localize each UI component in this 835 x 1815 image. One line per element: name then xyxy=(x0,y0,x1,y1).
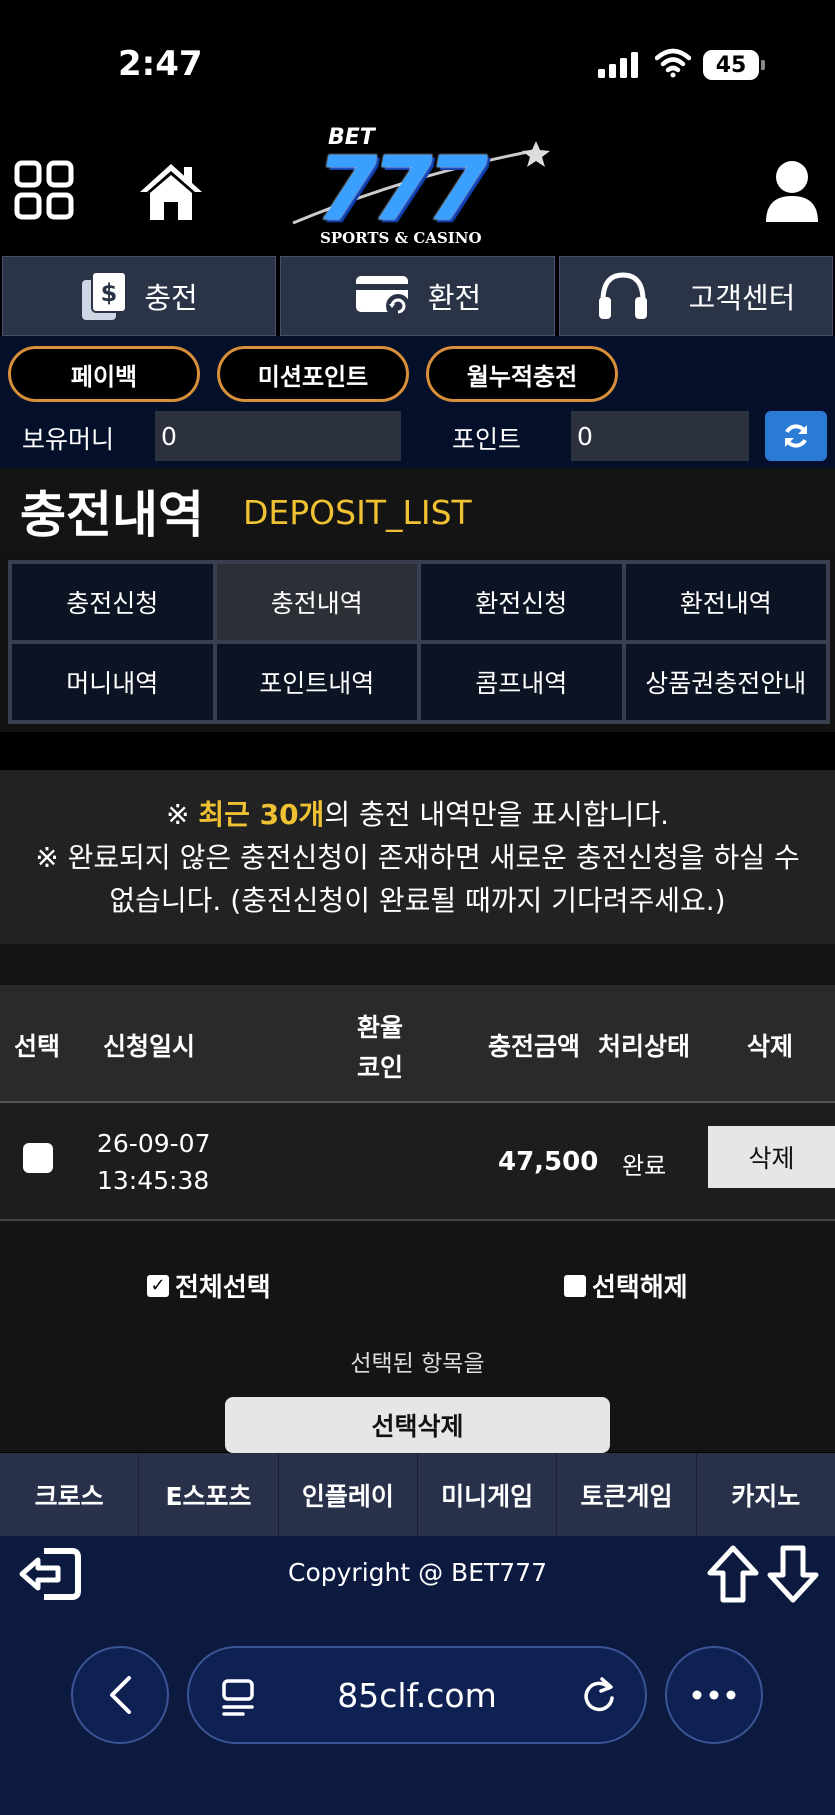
row-time: 13:45:38 xyxy=(97,1166,210,1195)
delete-selected-button[interactable]: 선택삭제 xyxy=(225,1397,610,1453)
column-header-status: 처리상태 xyxy=(598,1032,691,1061)
money-label: 보유머니 xyxy=(22,425,115,454)
wifi-icon xyxy=(655,48,691,78)
column-header-date: 신청일시 xyxy=(103,1032,196,1061)
browser-back-button[interactable] xyxy=(71,1646,169,1744)
deselect-label: 선택해제 xyxy=(592,1273,688,1303)
point-label: 포인트 xyxy=(452,425,522,454)
nav-withdraw[interactable]: 환전 xyxy=(280,256,555,336)
row-delete-button[interactable]: 삭제 xyxy=(708,1126,835,1188)
column-header-select: 선택 xyxy=(14,1032,61,1061)
scroll-up-arrow-icon[interactable] xyxy=(707,1545,759,1603)
rate-line-1: 환율 xyxy=(357,1013,404,1042)
scroll-down-arrow-icon[interactable] xyxy=(767,1545,819,1603)
money-field: 0 xyxy=(155,411,401,461)
notice-prefix: ※ xyxy=(165,798,199,831)
checked-box-icon: ✓ xyxy=(147,1274,169,1297)
game-nav-inplay[interactable]: 인플레이 xyxy=(279,1453,418,1536)
refresh-button[interactable] xyxy=(765,411,827,461)
nav-withdraw-label: 환전 xyxy=(427,281,482,315)
withdraw-icon xyxy=(355,276,410,318)
refresh-icon xyxy=(785,424,807,448)
notice-line-2: ※ 완료되지 않은 충전신청이 존재하면 새로운 충전신청을 하실 수 xyxy=(35,841,800,874)
monthly-deposit-button[interactable]: 월누적충전 xyxy=(426,346,618,402)
notice-box: ※ 최근 30개의 충전 내역만을 표시합니다. ※ 완료되지 않은 충전신청이… xyxy=(0,770,835,944)
unchecked-box-icon xyxy=(564,1274,586,1297)
row-date: 26-09-07 xyxy=(97,1129,211,1158)
row-status: 완료 xyxy=(622,1152,667,1180)
payback-button[interactable]: 페이백 xyxy=(8,346,200,402)
game-nav-cross[interactable]: 크로스 xyxy=(0,1453,140,1536)
select-all-label: 전체선택 xyxy=(175,1273,271,1303)
row-datetime: 26-09-07 13:45:38 xyxy=(97,1125,210,1199)
page-subtitle: DEPOSIT_LIST xyxy=(243,493,472,532)
tab-withdraw-history[interactable]: 환전내역 xyxy=(625,564,826,640)
bet777-logo[interactable]: BET 777 SPORTS & CASINO xyxy=(288,125,553,250)
tab-comp-history[interactable]: 콤프내역 xyxy=(421,644,622,720)
battery-icon: 45 xyxy=(703,50,765,80)
tab-money-history[interactable]: 머니내역 xyxy=(12,644,213,720)
notice-line-3: 없습니다. (충전신청이 완료될 때까지 기다려주세요.) xyxy=(109,884,726,917)
page-title: 충전내역 xyxy=(20,486,204,544)
notice-suffix: 의 충전 내역만을 표시합니다. xyxy=(324,798,670,831)
tab-point-history[interactable]: 포인트내역 xyxy=(216,644,417,720)
rate-line-2: 코인 xyxy=(357,1053,404,1082)
url-text: 85clf.com xyxy=(337,1675,497,1715)
game-nav-casino[interactable]: 카지노 xyxy=(697,1453,835,1536)
nav-support[interactable]: 고객센터 xyxy=(559,256,833,336)
game-nav: 크로스 E스포츠 인플레이 미니게임 토큰게임 카지노 xyxy=(0,1453,835,1536)
logo-sub-text: SPORTS & CASINO xyxy=(320,229,482,247)
cellular-signal-icon xyxy=(598,52,638,78)
tab-deposit-request[interactable]: 충전신청 xyxy=(12,564,213,640)
game-nav-tokengame[interactable]: 토큰게임 xyxy=(557,1453,697,1536)
row-checkbox[interactable] xyxy=(23,1143,53,1173)
point-field: 0 xyxy=(571,411,749,461)
tab-withdraw-request[interactable]: 환전신청 xyxy=(421,564,622,640)
nav-deposit-label: 충전 xyxy=(144,281,198,315)
status-time: 2:47 xyxy=(118,44,203,84)
nav-support-label: 고객센터 xyxy=(688,281,796,315)
nav-deposit[interactable]: $ 충전 xyxy=(2,256,276,336)
notice-line-1: ※ 최근 30개의 충전 내역만을 표시합니다. xyxy=(0,793,835,836)
reload-icon[interactable] xyxy=(581,1676,617,1714)
user-profile-icon[interactable] xyxy=(764,160,820,222)
row-amount: 47,500 xyxy=(498,1147,599,1177)
column-header-rate: 환율 코인 xyxy=(357,1008,403,1088)
mission-point-button[interactable]: 미션포인트 xyxy=(217,346,409,402)
browser-more-button[interactable] xyxy=(665,1646,763,1744)
column-header-delete: 삭제 xyxy=(747,1032,794,1061)
more-dots-icon xyxy=(692,1690,736,1700)
game-nav-minigame[interactable]: 미니게임 xyxy=(418,1453,558,1536)
menu-grid-icon[interactable] xyxy=(14,160,74,220)
select-all-checkbox[interactable]: ✓ 전체선택 xyxy=(147,1267,271,1304)
tab-deposit-history[interactable]: 충전내역 xyxy=(216,564,417,640)
tab-giftcard-guide[interactable]: 상품권충전안내 xyxy=(625,644,826,720)
deselect-checkbox[interactable]: 선택해제 xyxy=(564,1267,688,1304)
selected-items-label: 선택된 항목을 xyxy=(350,1351,485,1377)
tabs-grid: 충전신청 충전내역 환전신청 환전내역 머니내역 포인트내역 콤프내역 상품권충… xyxy=(8,560,830,724)
game-nav-esports[interactable]: E스포츠 xyxy=(139,1453,279,1536)
svg-text:$: $ xyxy=(101,279,118,307)
logo-777-text: 777 xyxy=(316,137,488,240)
chevron-left-icon xyxy=(110,1676,131,1714)
browser-address-bar[interactable]: 85clf.com xyxy=(187,1646,647,1744)
home-icon[interactable] xyxy=(138,160,204,222)
notice-highlight: 최근 30개 xyxy=(198,798,325,831)
headset-icon xyxy=(598,272,647,319)
deposit-icon: $ xyxy=(82,271,128,320)
column-header-amount: 충전금액 xyxy=(488,1032,581,1061)
reader-icon xyxy=(222,1679,254,1716)
